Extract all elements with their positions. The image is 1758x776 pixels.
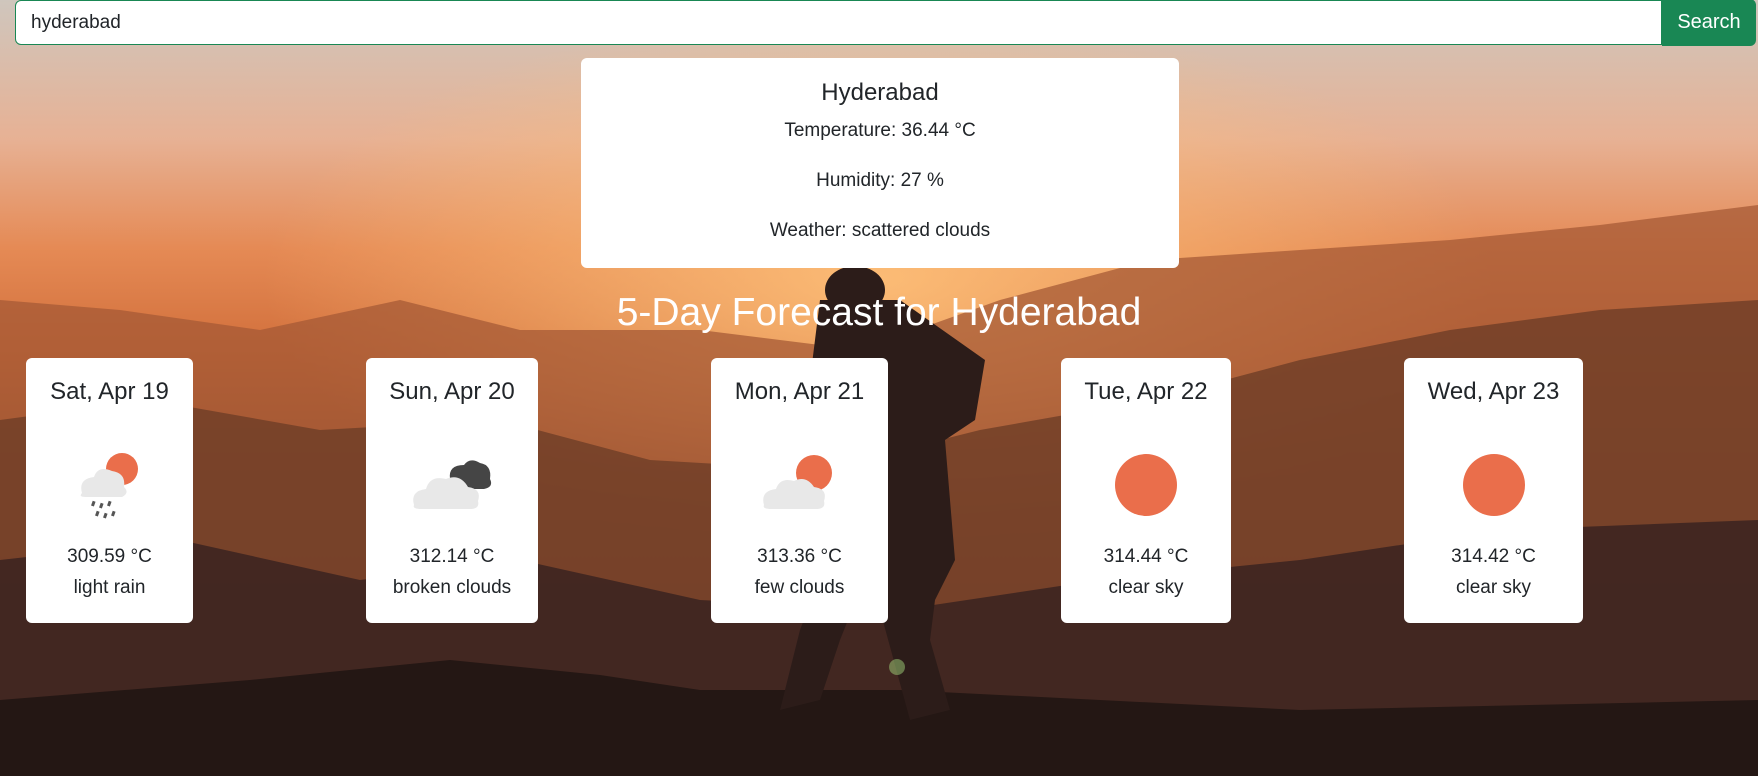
forecast-date: Sat, Apr 19 bbox=[50, 378, 169, 405]
broken-clouds-icon bbox=[413, 460, 492, 509]
forecast-temperature: 313.36 °C bbox=[757, 546, 842, 567]
forecast-date: Sun, Apr 20 bbox=[389, 378, 515, 405]
search-button[interactable]: Search bbox=[1662, 0, 1756, 46]
search-input[interactable] bbox=[15, 0, 1662, 45]
few-clouds-icon bbox=[762, 455, 832, 509]
forecast-description: clear sky bbox=[1108, 577, 1184, 598]
forecast-temperature: 314.44 °C bbox=[1103, 546, 1189, 567]
temperature-text: Temperature: 36.44 °C bbox=[784, 120, 976, 141]
forecast-temperature: 314.42 °C bbox=[1451, 546, 1536, 567]
forecast-card: Mon, Apr 21 313.36 °C few clouds bbox=[711, 358, 888, 623]
current-weather-card: Hyderabad Temperature: 36.44 °C Humidity… bbox=[581, 58, 1179, 268]
forecast-card: Wed, Apr 23 314.42 °C clear sky bbox=[1404, 358, 1583, 623]
forecast-card: Sun, Apr 20 312.14 °C broken clouds bbox=[366, 358, 538, 623]
forecast-title: 5-Day Forecast for Hyderabad bbox=[616, 291, 1142, 334]
forecast-card: Tue, Apr 22 314.44 °C clear sky bbox=[1061, 358, 1231, 623]
search-bar: Search bbox=[15, 0, 1756, 47]
forecast-description: clear sky bbox=[1456, 577, 1531, 598]
forecast-card: Sat, Apr 19 309.59 °C light rain bbox=[26, 358, 193, 623]
forecast-date: Wed, Apr 23 bbox=[1427, 378, 1560, 405]
forecast-temperature: 312.14 °C bbox=[409, 546, 495, 567]
forecast-date: Tue, Apr 22 bbox=[1084, 378, 1208, 405]
city-name: Hyderabad bbox=[821, 79, 939, 106]
rain-cloud-sun-icon bbox=[80, 453, 138, 519]
clear-sky-sun-icon bbox=[1115, 454, 1177, 516]
clear-sky-sun-icon bbox=[1462, 454, 1525, 516]
forecast-date: Mon, Apr 21 bbox=[734, 378, 865, 405]
forecast-temperature: 309.59 °C bbox=[67, 546, 152, 567]
forecast-description: light rain bbox=[73, 577, 146, 598]
weather-description-text: Weather: scattered clouds bbox=[769, 220, 991, 241]
forecast-description: broken clouds bbox=[392, 577, 512, 598]
forecast-description: few clouds bbox=[754, 577, 845, 598]
humidity-text: Humidity: 27 % bbox=[816, 170, 944, 191]
